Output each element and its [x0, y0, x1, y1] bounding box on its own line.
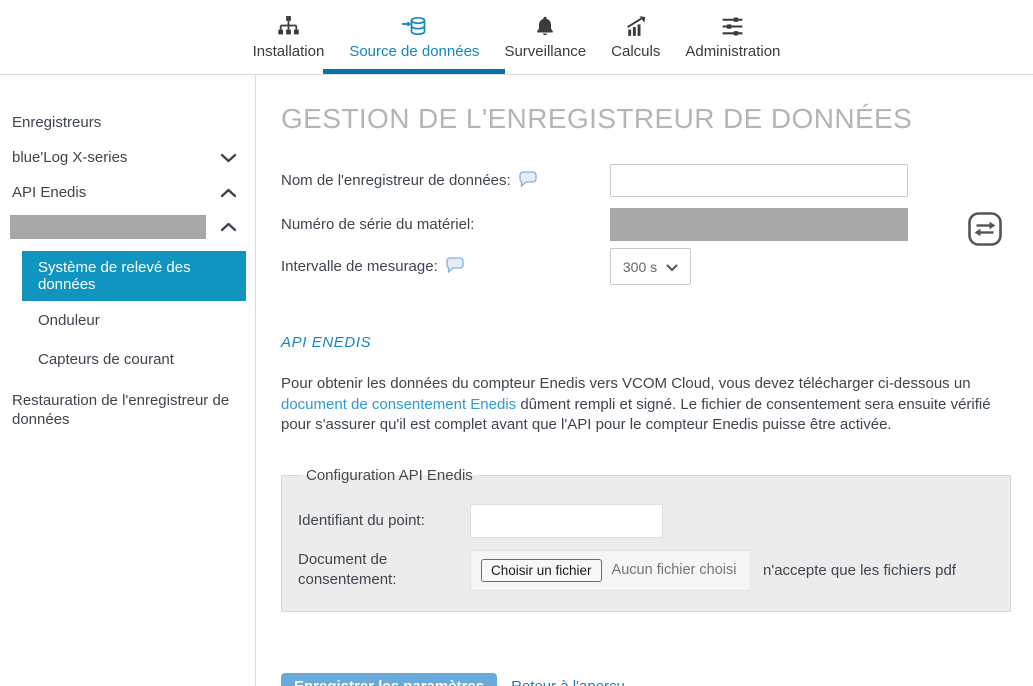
chevron-up-icon [220, 188, 237, 198]
save-settings-button[interactable]: Enregistrer les paramètres [281, 673, 497, 686]
serial-number-label: Numéro de série du matériel: [281, 216, 610, 233]
nav-item-administration[interactable]: Administration [681, 0, 784, 74]
back-to-overview-link[interactable]: Retour à l'aperçu [511, 678, 625, 686]
main-content: GESTION DE L'ENREGISTREUR DE DONNÉES Nom… [256, 75, 1033, 686]
point-id-input[interactable] [470, 504, 663, 538]
sidebar-item-label: Système de relevé des données [38, 259, 191, 293]
interval-selected-value: 300 s [623, 259, 657, 275]
nav-label: Surveillance [504, 43, 586, 60]
sidebar-item-label: blue'Log X-series [12, 149, 127, 166]
tooltip-bubble-icon[interactable] [519, 171, 537, 191]
consent-document-link[interactable]: document de consentement Enedis [281, 396, 516, 413]
nav-item-source-de-donnees[interactable]: Source de données [345, 0, 483, 74]
logger-name-input[interactable] [610, 164, 908, 197]
sidebar-item-systeme-de-releve[interactable]: Système de relevé des données [22, 251, 246, 301]
redacted-site-name [10, 215, 206, 239]
api-enedis-heading: API ENEDIS [281, 334, 1014, 351]
swap-logger-button[interactable] [967, 211, 1003, 247]
sidebar-item-label: Capteurs de courant [38, 351, 174, 368]
fieldset-legend: Configuration API Enedis [300, 467, 479, 484]
nav-bar: Installation Source de données [249, 0, 785, 74]
sidebar-item-label: Restauration de l'enregistreur de donnée… [12, 392, 229, 428]
nav-label: Administration [685, 43, 780, 60]
chevron-down-icon [220, 153, 237, 163]
nav-item-calculs[interactable]: Calculs [607, 0, 664, 74]
nav-item-surveillance[interactable]: Surveillance [500, 0, 590, 74]
database-arrow-icon [401, 12, 428, 40]
sidebar-item-enregistreurs[interactable]: Enregistreurs [0, 105, 255, 140]
consent-document-label: Document de consentement: [298, 550, 470, 590]
chevron-up-icon [220, 219, 237, 236]
active-tab-underline [323, 69, 505, 74]
logger-name-label: Nom de l'enregistreur de données: [281, 171, 610, 191]
sidebar-item-site[interactable] [0, 210, 255, 244]
page-title: GESTION DE L'ENREGISTREUR DE DONNÉES [281, 103, 1014, 135]
top-navigation: Installation Source de données [0, 0, 1033, 75]
sidebar-item-label: API Enedis [12, 184, 86, 201]
api-enedis-description: Pour obtenir les données du compteur Ene… [281, 374, 1014, 436]
config-api-enedis-fieldset: Configuration API Enedis Identifiant du … [281, 467, 1011, 612]
sidebar-item-onduleur[interactable]: Onduleur [0, 301, 255, 340]
sidebar-item-api-enedis[interactable]: API Enedis [0, 175, 255, 210]
tooltip-bubble-icon[interactable] [446, 257, 464, 277]
file-type-hint: n'accepte que les fichiers pdf [763, 562, 956, 579]
nav-item-installation[interactable]: Installation [249, 0, 329, 74]
sidebar-item-label: Enregistreurs [12, 114, 101, 131]
sidebar-item-restauration[interactable]: Restauration de l'enregistreur de donnée… [0, 379, 255, 429]
bell-icon [533, 12, 557, 40]
file-status-text: Aucun fichier choisi [612, 562, 737, 578]
sidebar-item-capteurs-de-courant[interactable]: Capteurs de courant [0, 340, 255, 379]
chevron-down-icon [666, 259, 678, 275]
interval-select[interactable]: 300 s [610, 248, 691, 285]
consent-file-input[interactable]: Choisir un fichier Aucun fichier choisi [470, 550, 751, 591]
swap-arrows-icon [967, 211, 1003, 247]
page: Installation Source de données [0, 0, 1033, 686]
point-id-label: Identifiant du point: [298, 511, 470, 531]
nav-label: Calculs [611, 43, 660, 60]
sidebar-item-bluelog-x-series[interactable]: blue'Log X-series [0, 140, 255, 175]
org-chart-icon [276, 12, 301, 40]
sliders-icon [720, 12, 745, 40]
sidebar: Enregistreurs blue'Log X-series API Ened… [0, 75, 256, 686]
sidebar-item-label: Onduleur [38, 312, 100, 329]
serial-number-redacted-value [610, 208, 908, 241]
chart-icon [623, 12, 648, 40]
form-actions: Enregistrer les paramètres Retour à l'ap… [281, 673, 1014, 686]
interval-label: Intervalle de mesurage: [281, 257, 610, 277]
nav-label: Source de données [349, 43, 479, 60]
choose-file-button[interactable]: Choisir un fichier [481, 559, 602, 582]
nav-label: Installation [253, 43, 325, 60]
